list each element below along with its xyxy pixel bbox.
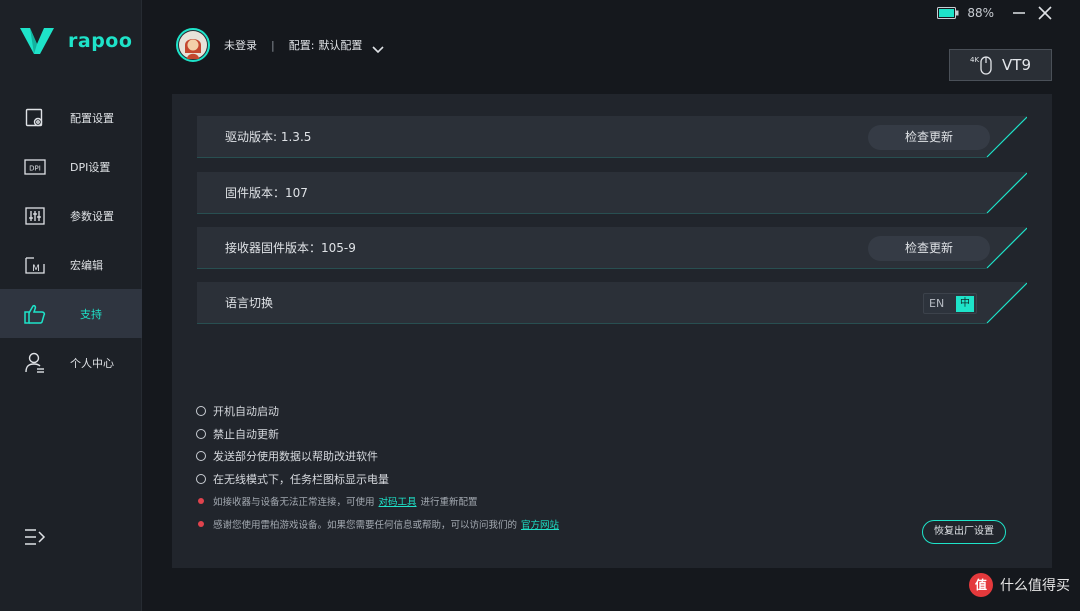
- rapoo-v-icon: [20, 28, 54, 54]
- alert-dot-icon: [198, 520, 204, 527]
- language-label: 语言切换: [225, 296, 274, 310]
- receiver-firmware-label: 接收器固件版本：105-9: [225, 241, 356, 255]
- sidebar-item-dpi[interactable]: DPI DPI设置: [0, 142, 142, 191]
- check-driver-update-button[interactable]: 检查更新: [868, 125, 990, 150]
- radio-button[interactable]: [196, 428, 206, 439]
- option-tray-battery[interactable]: 在无线模式下，任务栏图标显示电量: [196, 468, 563, 491]
- watermark-text: 什么值得买: [1000, 578, 1070, 594]
- watermark: 值 什么值得买: [969, 573, 1070, 597]
- note-text: 进行重新配置: [420, 497, 478, 509]
- minimize-icon[interactable]: [1012, 4, 1026, 22]
- options-list: 开机自动启动 禁止自动更新 发送部分使用数据以帮助改进软件 在无线模式下，任务栏…: [196, 400, 563, 535]
- avatar-icon: [179, 31, 207, 59]
- alert-dot-icon: [198, 498, 204, 505]
- battery-level: 88%: [967, 6, 994, 20]
- sidebar-item-label: DPI设置: [70, 160, 111, 174]
- sliders-icon: [24, 205, 46, 227]
- option-label: 在无线模式下，任务栏图标显示电量: [213, 472, 389, 486]
- receiver-firmware-row: 接收器固件版本：105-9 检查更新: [197, 227, 1027, 269]
- radio-button[interactable]: [196, 451, 206, 462]
- header: 未登录 | 配置: 默认配置: [176, 28, 385, 62]
- sidebar: rapoo 配置设置 DPI DPI设置 参数设置 M 宏编辑 支持 个人中心: [0, 0, 142, 611]
- config-label: 配置:: [288, 39, 315, 52]
- close-icon[interactable]: [1036, 4, 1054, 22]
- svg-text:M: M: [32, 264, 40, 274]
- option-label: 禁止自动更新: [213, 427, 279, 441]
- language-toggle[interactable]: EN 中: [923, 293, 977, 314]
- pairing-tool-link[interactable]: 对码工具: [379, 494, 417, 508]
- menu-collapse-icon[interactable]: [24, 528, 46, 548]
- battery-icon: [937, 7, 959, 19]
- avatar[interactable]: [176, 28, 210, 62]
- dpi-icon: DPI: [24, 156, 46, 178]
- pairing-note: 如接收器与设备无法正常连接，可使用 对码工具 进行重新配置: [196, 490, 563, 513]
- login-status[interactable]: 未登录: [224, 37, 257, 53]
- thumbs-up-icon: [24, 303, 46, 325]
- config-icon: [24, 107, 46, 129]
- sidebar-item-macro[interactable]: M 宏编辑: [0, 240, 142, 289]
- main-area: 88% 未登录 | 配置: 默认配置 4K VT9 驱动版本: 1.3.5 检查…: [142, 0, 1080, 611]
- device-selector[interactable]: 4K VT9: [949, 49, 1052, 81]
- svg-text:DPI: DPI: [29, 164, 41, 172]
- language-row: 语言切换 EN 中: [197, 282, 1027, 324]
- battery-indicator: 88%: [937, 6, 994, 20]
- sidebar-item-config[interactable]: 配置设置: [0, 93, 142, 142]
- sidebar-item-support[interactable]: 支持: [0, 289, 142, 338]
- radio-button[interactable]: [196, 406, 206, 417]
- option-disable-autoupdate[interactable]: 禁止自动更新: [196, 423, 563, 446]
- driver-version-row: 驱动版本: 1.3.5 检查更新: [197, 116, 1027, 158]
- option-send-usage-data[interactable]: 发送部分使用数据以帮助改进软件: [196, 445, 563, 468]
- header-separator: |: [271, 38, 275, 52]
- driver-version-label: 驱动版本: 1.3.5: [225, 130, 312, 144]
- note-text: 感谢您使用雷柏游戏设备。如果您需要任何信息或帮助，可以访问我们的: [213, 519, 518, 531]
- device-badge: 4K: [970, 56, 979, 64]
- support-panel: 驱动版本: 1.3.5 检查更新 固件版本：107 接收器固件版本：105-9 …: [172, 94, 1052, 568]
- titlebar: 88%: [142, 0, 1080, 26]
- official-site-link[interactable]: 官方网站: [521, 517, 559, 531]
- sidebar-item-params[interactable]: 参数设置: [0, 191, 142, 240]
- lang-option-en[interactable]: EN: [929, 297, 944, 310]
- brand-wordmark: rapoo: [68, 30, 133, 52]
- firmware-version-row: 固件版本：107: [197, 172, 1027, 214]
- note-text: 如接收器与设备无法正常连接，可使用: [213, 497, 375, 509]
- sidebar-item-label: 个人中心: [70, 356, 114, 370]
- chevron-down-icon[interactable]: [372, 40, 385, 54]
- option-label: 开机自动启动: [213, 405, 279, 419]
- watermark-badge: 值: [969, 573, 993, 597]
- device-name: VT9: [1002, 56, 1031, 74]
- check-receiver-update-button[interactable]: 检查更新: [868, 236, 990, 261]
- lang-option-zh[interactable]: 中: [956, 295, 974, 312]
- option-label: 发送部分使用数据以帮助改进软件: [213, 450, 378, 464]
- firmware-version-label: 固件版本：107: [225, 186, 308, 200]
- radio-button[interactable]: [196, 473, 206, 484]
- sidebar-nav: 配置设置 DPI DPI设置 参数设置 M 宏编辑 支持 个人中心: [0, 93, 142, 387]
- option-autostart[interactable]: 开机自动启动: [196, 400, 563, 423]
- rapoo-logo: rapoo: [20, 26, 132, 56]
- sidebar-item-label: 支持: [80, 307, 102, 321]
- factory-reset-button[interactable]: 恢复出厂设置: [922, 520, 1006, 544]
- sidebar-item-label: 配置设置: [70, 111, 114, 125]
- mouse-4k-icon: 4K: [970, 56, 992, 75]
- sidebar-item-label: 参数设置: [70, 209, 114, 223]
- user-icon: [24, 352, 46, 374]
- sidebar-item-profile[interactable]: 个人中心: [0, 338, 142, 387]
- sidebar-item-label: 宏编辑: [70, 258, 103, 272]
- config-dropdown-value[interactable]: 默认配置: [318, 37, 362, 53]
- macro-icon: M: [24, 254, 46, 276]
- support-note: 感谢您使用雷柏游戏设备。如果您需要任何信息或帮助，可以访问我们的 官方网站: [196, 513, 563, 536]
